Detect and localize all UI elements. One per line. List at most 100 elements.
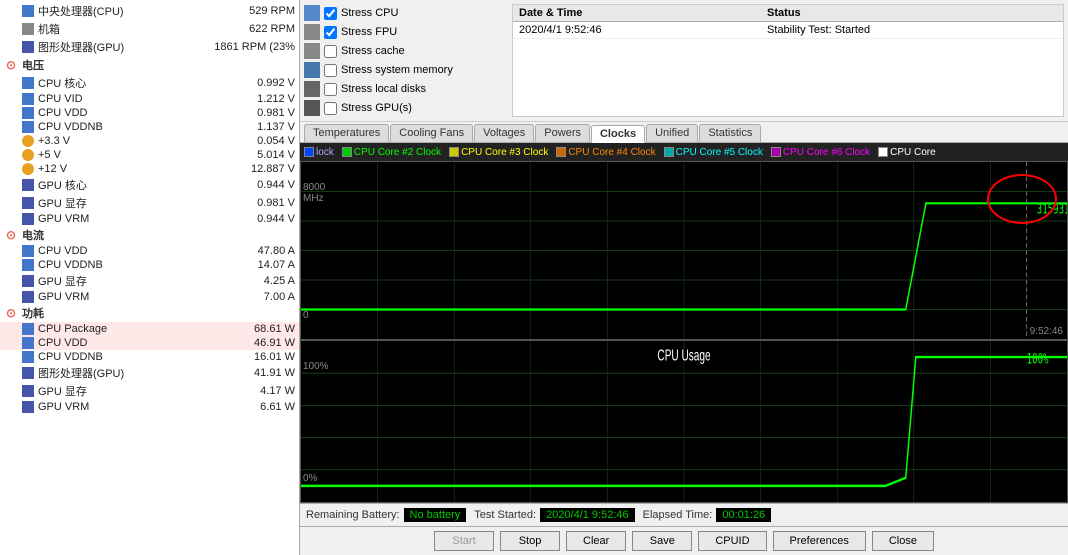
volt-33-row: +3.3 V 0.054 V <box>0 134 299 148</box>
legend-core4: CPU Core #4 Clock <box>556 147 655 158</box>
status-table: Date & Time Status 2020/4/1 9:52:46 Stab… <box>512 4 1064 117</box>
volt-cpu-vddnb-value: 1.137 V <box>225 121 295 133</box>
pow-gpu-label: 图形处理器(GPU) <box>38 365 225 381</box>
pow-gpu-mem-label: GPU 显存 <box>38 383 225 399</box>
volt-gpu-vrm-label: GPU VRM <box>38 213 225 225</box>
volt-cpu-vdd-value: 0.981 V <box>225 107 295 119</box>
tab-voltages[interactable]: Voltages <box>474 124 534 142</box>
volt-5-row: +5 V 5.014 V <box>0 148 299 162</box>
stop-button[interactable]: Stop <box>500 531 560 551</box>
stress-disk-checkbox[interactable] <box>324 83 337 96</box>
voltage-icon: ⊙ <box>4 58 18 72</box>
battery-label: Remaining Battery: <box>306 509 400 521</box>
fan-gpu-row: 图形处理器(GPU) 1861 RPM (23% <box>0 38 299 56</box>
svg-text:3159316: 3159316 <box>1037 201 1067 217</box>
volt-gpu-core-value: 0.944 V <box>225 179 295 191</box>
top-section: Stress CPU Stress FPU Stress cache Stres… <box>300 0 1068 122</box>
stress-mem-icon <box>304 62 320 78</box>
stress-cpu-checkbox[interactable] <box>324 7 337 20</box>
volt-gpu-mem-label: GPU 显存 <box>38 195 225 211</box>
clear-button[interactable]: Clear <box>566 531 626 551</box>
tab-unified[interactable]: Unified <box>646 124 698 142</box>
stress-mem-checkbox[interactable] <box>324 64 337 77</box>
curr-gpu-vrm-value: 7.00 A <box>225 291 295 303</box>
volt-gpu-vrm-row: GPU VRM 0.944 V <box>0 212 299 226</box>
tab-cooling-fans[interactable]: Cooling Fans <box>390 124 473 142</box>
stress-gpu-checkbox[interactable] <box>324 102 337 115</box>
cpuid-button[interactable]: CPUID <box>698 531 766 551</box>
test-started-value: 2020/4/1 9:52:46 <box>540 508 635 522</box>
pow-gpu-value: 41.91 W <box>225 367 295 379</box>
clock-y-top: 8000MHz <box>303 182 325 204</box>
clock-y-bottom: 0 <box>303 310 309 321</box>
svg-text:100%: 100% <box>1027 350 1049 367</box>
curr-gpu-mem-row: GPU 显存 4.25 A <box>0 272 299 290</box>
legend-core6-check <box>771 147 781 157</box>
elapsed-value: 00:01:26 <box>716 508 771 522</box>
pow-cpu-vdd-row: CPU VDD 46.91 W <box>0 336 299 350</box>
start-button[interactable]: Start <box>434 531 494 551</box>
preferences-button[interactable]: Preferences <box>773 531 866 551</box>
save-button[interactable]: Save <box>632 531 692 551</box>
volt-gpu-core-label: GPU 核心 <box>38 177 225 193</box>
volt-cpu-vddnb-row: CPU VDDNB 1.137 V <box>0 120 299 134</box>
pow-cpu-vdd-value: 46.91 W <box>225 337 295 349</box>
status-value-0: Stability Test: Started <box>761 22 1063 39</box>
curr-cpu-vddnb-value: 14.07 A <box>225 259 295 271</box>
stress-fpu-icon <box>304 24 320 40</box>
volt-cpu-vddnb-label: CPU VDDNB <box>38 121 225 133</box>
close-button[interactable]: Close <box>872 531 934 551</box>
charts-area: 3159316 8000MHz 0 9:52:46 <box>300 161 1068 503</box>
volt-cpu-core-row: CPU 核心 0.992 V <box>0 74 299 92</box>
usage-y-bottom: 0% <box>303 473 317 484</box>
legend-core5-label: CPU Core #5 Clock <box>676 147 763 158</box>
stress-disk-option[interactable]: Stress local disks <box>304 80 504 98</box>
curr-gpu-vrm-label: GPU VRM <box>38 291 225 303</box>
bottom-info-bar: Remaining Battery: No battery Test Start… <box>300 503 1068 526</box>
legend-core4-check <box>556 147 566 157</box>
current-section-title: 电流 <box>22 227 44 243</box>
volt-5-value: 5.014 V <box>225 149 295 161</box>
stress-gpu-icon <box>304 100 320 116</box>
curr-cpu-vdd-row: CPU VDD 47.80 A <box>0 244 299 258</box>
usage-y-top: 100% <box>303 361 329 372</box>
stress-options-panel: Stress CPU Stress FPU Stress cache Stres… <box>304 4 504 117</box>
svg-text:CPU Usage: CPU Usage <box>657 346 710 364</box>
legend-core3-check <box>449 147 459 157</box>
current-icon: ⊙ <box>4 228 18 242</box>
volt-12-label: +12 V <box>38 163 225 175</box>
stress-mem-option[interactable]: Stress system memory <box>304 61 504 79</box>
usage-chart: 100% CPU Usage 100% 0% <box>300 340 1068 503</box>
current-section-header: ⊙ 电流 <box>0 226 299 244</box>
stress-cache-icon <box>304 43 320 59</box>
stress-mem-label: Stress system memory <box>341 64 453 76</box>
usage-chart-svg: 100% CPU Usage <box>301 341 1067 502</box>
voltage-section-title: 电压 <box>22 57 44 73</box>
legend-core-more: CPU Core <box>878 147 936 158</box>
stress-disk-icon <box>304 81 320 97</box>
stress-gpu-option[interactable]: Stress GPU(s) <box>304 99 504 117</box>
tab-statistics[interactable]: Statistics <box>699 124 761 142</box>
test-started-item: Test Started: 2020/4/1 9:52:46 <box>474 508 634 522</box>
pow-gpu-mem-row: GPU 显存 4.17 W <box>0 382 299 400</box>
pow-cpu-vddnb-row: CPU VDDNB 16.01 W <box>0 350 299 364</box>
stress-fpu-option[interactable]: Stress FPU <box>304 23 504 41</box>
legend-lock: lock <box>304 147 334 158</box>
tab-powers[interactable]: Powers <box>535 124 590 142</box>
curr-cpu-vdd-label: CPU VDD <box>38 245 225 257</box>
stress-fpu-checkbox[interactable] <box>324 26 337 39</box>
tab-temperatures[interactable]: Temperatures <box>304 124 389 142</box>
legend-core2: CPU Core #2 Clock <box>342 147 441 158</box>
power-icon: ⊙ <box>4 306 18 320</box>
voltage-section-header: ⊙ 电压 <box>0 56 299 74</box>
pow-gpu-mem-value: 4.17 W <box>225 385 295 397</box>
stress-cache-option[interactable]: Stress cache <box>304 42 504 60</box>
stress-cache-checkbox[interactable] <box>324 45 337 58</box>
stress-cpu-option[interactable]: Stress CPU <box>304 4 504 22</box>
volt-gpu-mem-row: GPU 显存 0.981 V <box>0 194 299 212</box>
legend-core3: CPU Core #3 Clock <box>449 147 548 158</box>
elapsed-item: Elapsed Time: 00:01:26 <box>643 508 772 522</box>
legend-lock-check <box>304 147 314 157</box>
tab-clocks[interactable]: Clocks <box>591 125 645 143</box>
curr-gpu-mem-label: GPU 显存 <box>38 273 225 289</box>
